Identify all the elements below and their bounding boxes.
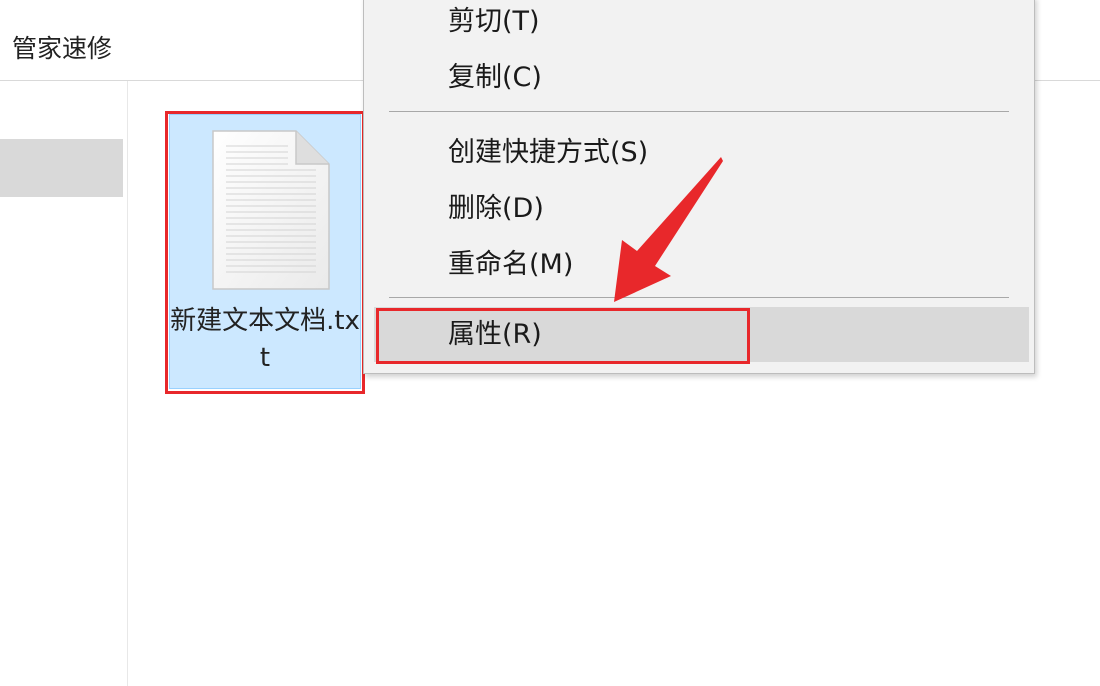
menu-item-create-shortcut[interactable]: 创建快捷方式(S)	[374, 128, 1029, 178]
menu-item-delete[interactable]: 删除(D)	[374, 184, 1029, 234]
menu-item-label: 重命名(M)	[448, 249, 574, 280]
menu-separator	[389, 297, 1009, 298]
menu-item-label: 创建快捷方式(S)	[448, 137, 649, 168]
breadcrumb[interactable]: 管家速修	[12, 31, 112, 67]
annotation-box-file	[165, 111, 365, 394]
menu-item-label: 剪切(T)	[448, 6, 540, 37]
menu-item-rename[interactable]: 重命名(M)	[374, 240, 1029, 290]
menu-item-cut[interactable]: 剪切(T)	[374, 0, 1029, 47]
navigation-pane	[0, 81, 128, 686]
menu-item-copy[interactable]: 复制(C)	[374, 53, 1029, 103]
menu-separator	[389, 111, 1009, 112]
menu-item-label: 删除(D)	[448, 193, 544, 224]
menu-item-label: 复制(C)	[448, 62, 542, 93]
annotation-box-properties	[376, 308, 750, 364]
nav-item-selected[interactable]	[0, 139, 123, 197]
